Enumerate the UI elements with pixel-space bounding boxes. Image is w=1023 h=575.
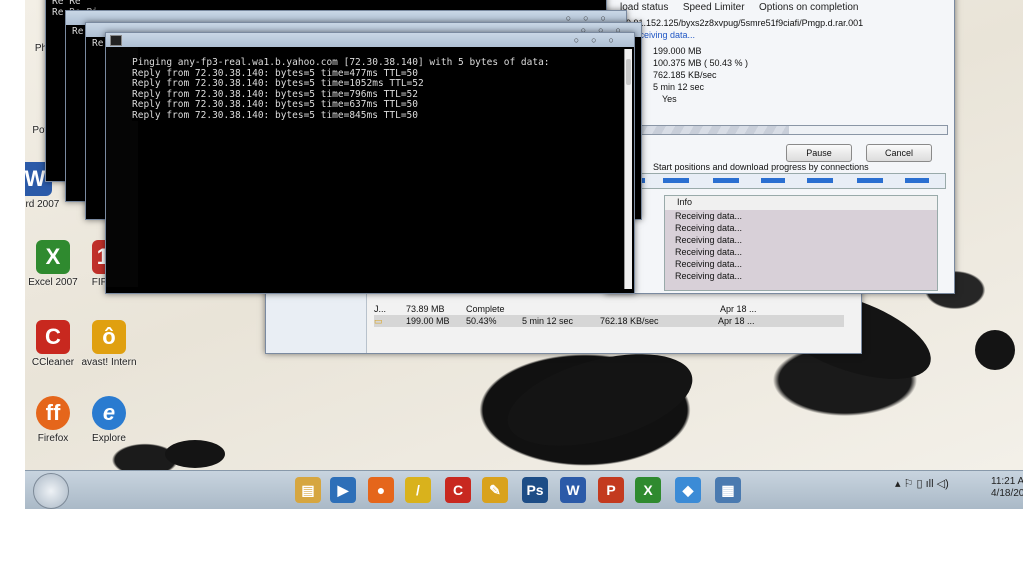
taskbar-ccleaner-icon[interactable]: C: [445, 477, 471, 503]
avast-icon: ô: [92, 320, 126, 354]
time-left-value: 5 min 12 sec: [653, 82, 705, 92]
info-column-header[interactable]: Info: [665, 196, 937, 210]
desktop-icon-label: Excel 2007: [28, 277, 78, 288]
info-row: Receiving data...: [675, 211, 743, 221]
downloaded-value: 100.375 MB ( 50.43 % ): [653, 58, 749, 68]
ie-icon: e: [92, 396, 126, 430]
info-row: Receiving data...: [675, 247, 743, 257]
download-rate: 762.18 KB/sec: [600, 316, 659, 326]
desktop-icon-label: Firefox: [37, 433, 69, 444]
tab-download-status[interactable]: load status: [620, 2, 668, 13]
connections-caption: Start positions and download progress by…: [653, 162, 869, 172]
clock[interactable]: 11:21 A 4/18/20: [991, 476, 1023, 500]
ping-reply-line: Reply from 72.30.38.140: bytes=5 time=10…: [132, 78, 424, 89]
wallpaper-ink: [975, 330, 1015, 370]
list-item[interactable]: ▭ 199.00 MB 50.43% 5 min 12 sec 762.18 K…: [374, 315, 844, 327]
transfer-rate-value: 762.185 KB/sec: [653, 70, 717, 80]
excel-icon: X: [36, 240, 70, 274]
clock-date: 4/18/20: [991, 488, 1023, 499]
download-list[interactable]: J... 73.89 MB Complete Apr 18 ... ▭ 199.…: [374, 303, 844, 327]
folder-icon: ▭: [374, 316, 383, 326]
firefox-icon: ff: [36, 396, 70, 430]
taskbar-idm-icon[interactable]: ▦: [715, 477, 741, 503]
taskbar-excel-icon[interactable]: X: [635, 477, 661, 503]
taskbar-photoshop-icon[interactable]: Ps: [522, 477, 548, 503]
desktop-icon-explore[interactable]: e Explore: [77, 396, 141, 444]
cancel-button[interactable]: Cancel: [866, 144, 932, 162]
cmd-window[interactable]: ○○○ Pinging any-fp3-real.wa1.b.yahoo.com…: [105, 32, 635, 294]
download-name: J...: [374, 304, 387, 314]
download-size: 73.89 MB: [406, 304, 445, 314]
taskbar-powerpoint-icon[interactable]: P: [598, 477, 624, 503]
info-row: Receiving data...: [675, 271, 743, 281]
taskbar-explorer-icon[interactable]: ▤: [295, 477, 321, 503]
desktop-icon-excel[interactable]: X Excel 2007: [25, 240, 85, 288]
taskbar-firefox-icon[interactable]: ●: [368, 477, 394, 503]
connections-info-table[interactable]: Info Receiving data... Receiving data...…: [664, 195, 938, 291]
wallpaper-ink: [165, 440, 225, 468]
connection-segment: [905, 178, 929, 183]
ping-reply-line: Reply from 72.30.38.140: bytes=5 time=63…: [132, 99, 418, 110]
desktop-icon-label: Word 2007: [25, 199, 60, 210]
download-size: 199.00 MB: [406, 316, 450, 326]
desktop-icon-label: CCleaner: [31, 357, 75, 368]
taskbar-media-player-icon[interactable]: ▶: [330, 477, 356, 503]
tab-options-on-completion[interactable]: Options on completion: [759, 2, 859, 13]
download-status: 50.43%: [466, 316, 497, 326]
download-url: 9.91.152.125/byxs2z8xvpug/5smre51f9ciafi…: [626, 18, 864, 28]
desktop-icon-firefox[interactable]: ff Firefox: [25, 396, 85, 444]
info-row: Receiving data...: [675, 259, 743, 269]
desktop: Ph Pov W Word 2007 X Excel 2007 12 FIFA …: [25, 0, 1023, 508]
progress-fill: [629, 126, 790, 134]
scrollbar-thumb[interactable]: [626, 59, 631, 85]
desktop-icon-label: Explore: [92, 433, 126, 444]
info-row: Receiving data...: [675, 235, 743, 245]
pause-button[interactable]: Pause: [786, 144, 852, 162]
taskbar-paint-icon[interactable]: ✎: [482, 477, 508, 503]
connections-progress-bar: [628, 173, 946, 189]
ping-reply-line: Reply from 72.30.38.140: bytes=5 time=84…: [132, 109, 418, 121]
ping-header-line: Pinging any-fp3-real.wa1.b.yahoo.com [72…: [132, 57, 550, 68]
taskbar-word-icon[interactable]: W: [560, 477, 586, 503]
list-item[interactable]: J... 73.89 MB Complete Apr 18 ...: [374, 303, 844, 315]
download-time-left: 5 min 12 sec: [522, 316, 574, 326]
desktop-icon-label: avast! Intern: [81, 357, 137, 368]
tray-icons[interactable]: ▴ ⚐ ▯ ıll ◁): [895, 477, 949, 490]
progress-bar: [628, 125, 948, 135]
resume-capability-value: Yes: [662, 94, 677, 104]
info-row: Receiving data...: [675, 223, 743, 233]
connection-segment: [857, 178, 883, 183]
wallpaper-ink: [497, 336, 703, 464]
connection-segment: [663, 178, 689, 183]
download-date: Apr 18 ...: [718, 316, 755, 326]
tab-speed-limiter[interactable]: Speed Limiter: [683, 2, 745, 13]
connection-segment: [713, 178, 739, 183]
connection-segment: [761, 178, 785, 183]
download-status: Complete: [466, 304, 505, 314]
dialog-tabs[interactable]: load status Speed Limiter Options on com…: [620, 0, 869, 15]
cmd-icon: [110, 35, 122, 46]
window-title-bar[interactable]: ○○○: [106, 33, 634, 47]
taskbar-pen-icon[interactable]: /: [405, 477, 431, 503]
start-button[interactable]: [33, 473, 69, 509]
download-date: Apr 18 ...: [720, 304, 757, 314]
ccleaner-icon: C: [36, 320, 70, 354]
file-size-value: 199.000 MB: [653, 46, 702, 56]
taskbar: ▤ ▶ ● / C ✎ Ps W P X ◆ ▦ ▴ ⚐ ▯ ıll ◁) 11:21 A 4/18/…: [25, 470, 1023, 509]
desktop-icon-ccleaner[interactable]: C CCleaner: [25, 320, 85, 368]
desktop-icon-avast[interactable]: ô avast! Intern: [77, 320, 141, 368]
connection-segment: [807, 178, 833, 183]
console-output: Pinging any-fp3-real.wa1.b.yahoo.com [72…: [132, 57, 550, 121]
taskbar-chrome-icon[interactable]: ◆: [675, 477, 701, 503]
window-controls[interactable]: ○○○: [574, 35, 626, 45]
clock-time: 11:21 A: [991, 476, 1023, 487]
scrollbar[interactable]: [624, 49, 632, 289]
idm-download-dialog[interactable]: load status Speed Limiter Options on com…: [605, 0, 955, 294]
